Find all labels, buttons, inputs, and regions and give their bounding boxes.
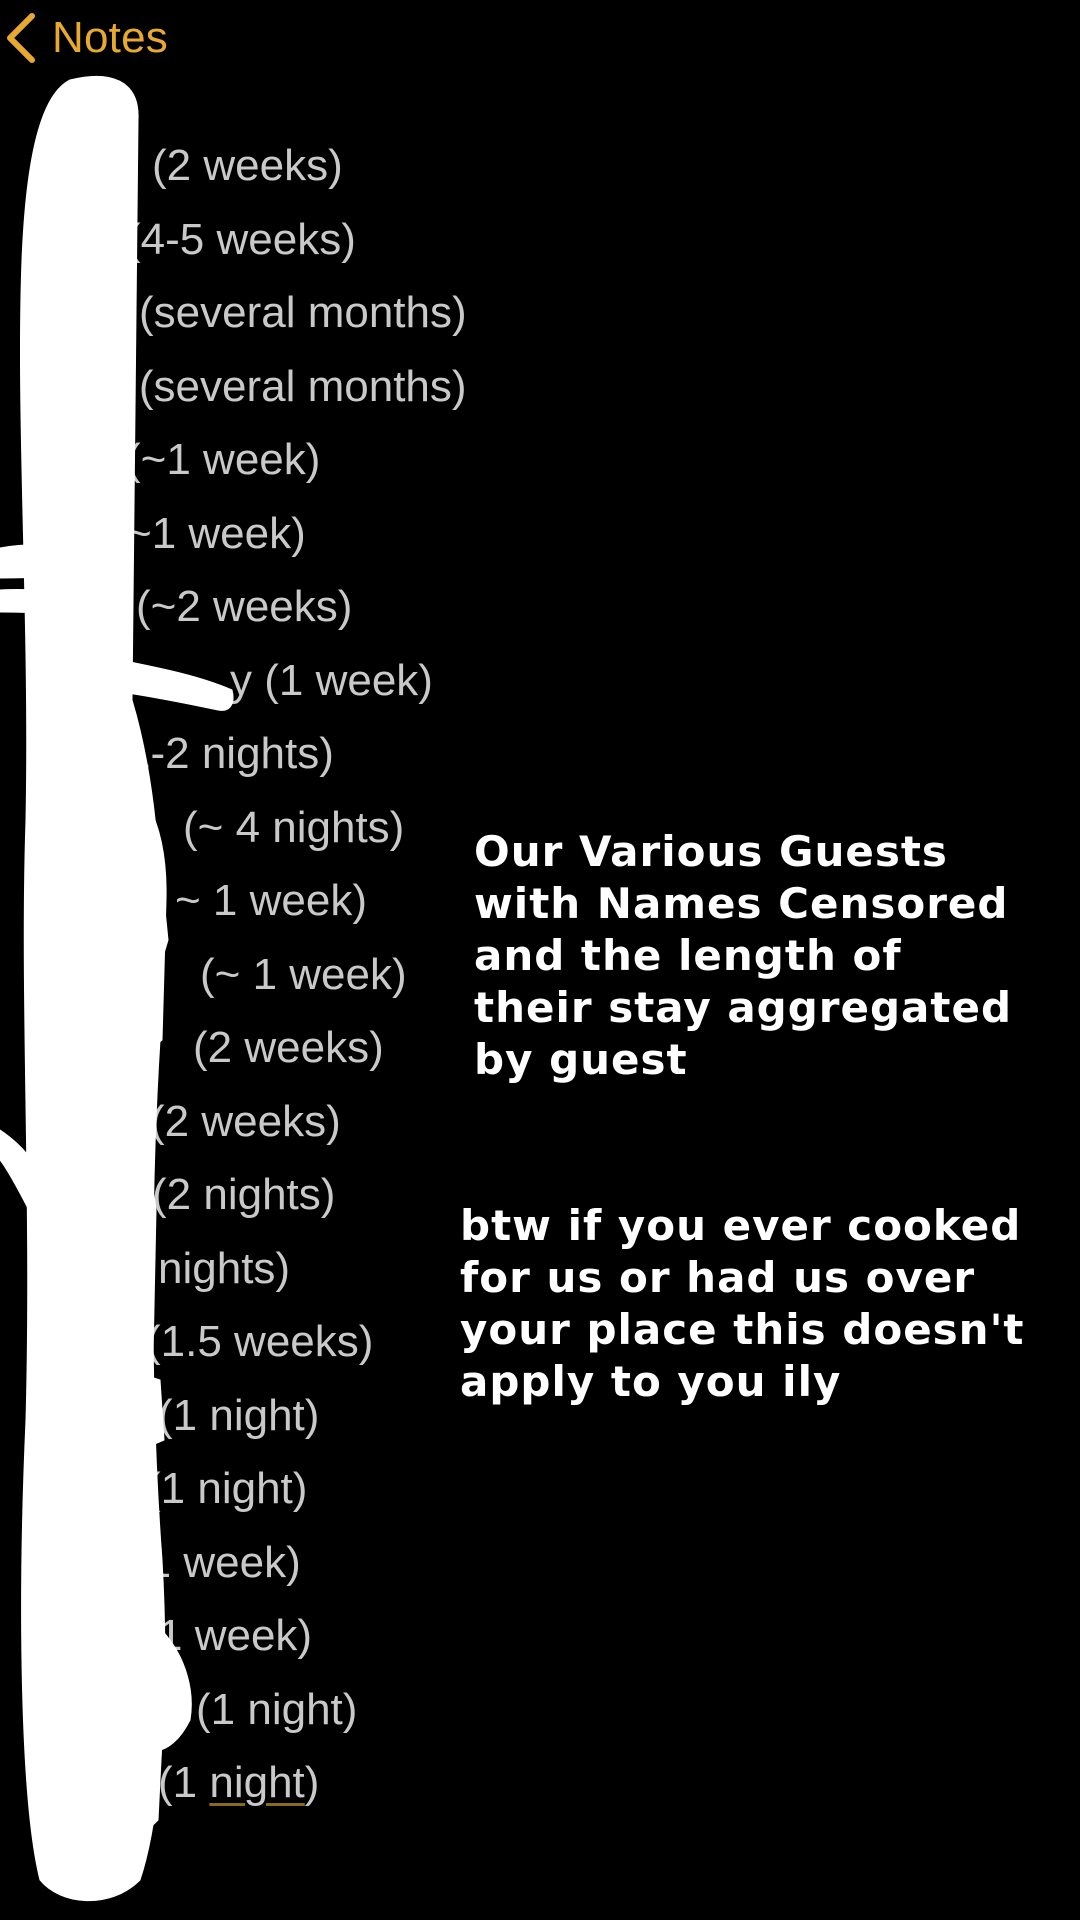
list-item: (2 nights): [152, 1170, 336, 1219]
list-item: (2 weeks): [193, 1023, 384, 1072]
list-item: y (1 week): [230, 656, 433, 705]
list-item: (~ 4 nights): [183, 803, 405, 852]
list-item: 1 week): [158, 1611, 313, 1660]
caption-note: btw if you ever cooked for us or had us …: [460, 1200, 1025, 1408]
list-item: (several months): [139, 288, 467, 337]
caption-line: and the length of: [474, 931, 902, 980]
caption-line: Our Various Guests: [474, 827, 948, 876]
caption-line: btw if you ever cooked: [460, 1201, 1022, 1250]
caption-line: by guest: [474, 1035, 688, 1084]
list-item: (1.5 weeks): [146, 1317, 374, 1366]
list-item: (2 weeks): [152, 141, 343, 190]
list-item: (1 night): [158, 1757, 319, 1809]
list-item: (~1 week): [126, 435, 321, 484]
back-button[interactable]: Notes: [4, 8, 168, 68]
list-item: r (several months): [112, 362, 467, 411]
list-item-suffix: ): [304, 1758, 320, 1807]
list-item: (1 night): [158, 1391, 320, 1440]
list-item: ~ 1 week): [175, 876, 367, 925]
caption-line: for us or had us over: [460, 1253, 976, 1302]
list-item: ~1 week): [126, 509, 306, 558]
caption-line: your place this doesn't: [460, 1305, 1025, 1354]
list-item: nights): [158, 1244, 291, 1293]
list-item-prefix: (1: [158, 1758, 210, 1807]
list-item: (1 night): [146, 1464, 308, 1513]
back-label: Notes: [52, 13, 168, 62]
list-item: (1 night): [196, 1685, 358, 1734]
chevron-left-icon: [4, 12, 38, 64]
list-item: (4-5 weeks): [126, 215, 356, 264]
list-item: (~2 weeks): [136, 582, 353, 631]
caption-main: Our Various Guests with Names Censored a…: [474, 826, 1012, 1086]
list-item: (2 weeks): [150, 1097, 341, 1146]
caption-line: their stay aggregated: [474, 983, 1013, 1032]
list-item: (~ 1 week): [200, 950, 407, 999]
list-item: 1-2 nights): [126, 729, 334, 778]
list-item: (1 week): [132, 1538, 301, 1587]
spellcheck-underlined-word: night: [209, 1758, 305, 1807]
caption-line: apply to you ily: [460, 1357, 842, 1406]
caption-line: with Names Censored: [474, 879, 1009, 928]
